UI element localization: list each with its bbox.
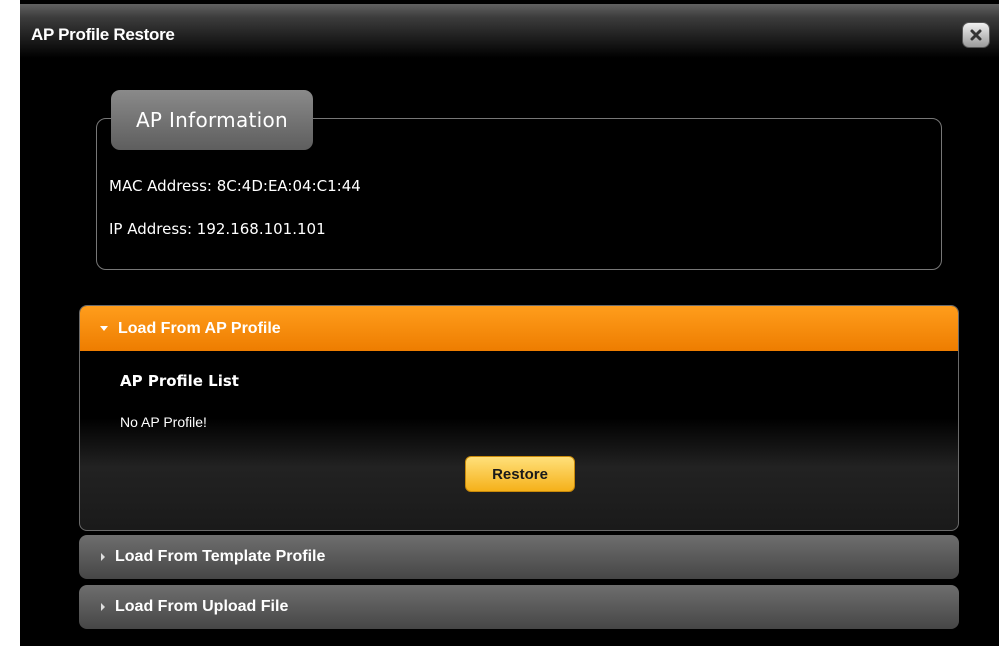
load-from-template-profile-label: Load From Template Profile — [115, 548, 326, 565]
load-from-upload-file-label: Load From Upload File — [115, 598, 289, 615]
close-button[interactable] — [962, 22, 990, 48]
no-ap-profile-message: No AP Profile! — [120, 414, 207, 430]
load-from-ap-profile-header[interactable]: Load From AP Profile — [80, 306, 958, 351]
load-from-ap-profile-panel: Load From AP Profile AP Profile List No … — [79, 305, 959, 531]
mac-address-text: MAC Address: 8C:4D:EA:04:C1:44 — [109, 177, 361, 195]
expand-arrow-down-icon — [100, 326, 108, 331]
ip-address-text: IP Address: 192.168.101.101 — [109, 220, 326, 238]
load-from-ap-profile-label: Load From AP Profile — [118, 319, 281, 337]
close-icon — [969, 28, 983, 42]
ap-profile-restore-dialog: AP Profile Restore AP Information MAC Ad… — [20, 0, 999, 646]
ap-profile-list-title: AP Profile List — [120, 372, 239, 390]
dialog-titlebar[interactable]: AP Profile Restore — [20, 0, 999, 58]
collapse-arrow-right-icon — [101, 553, 105, 561]
ap-information-legend: AP Information — [111, 90, 313, 150]
load-from-template-profile-header[interactable]: Load From Template Profile — [79, 535, 959, 579]
load-from-upload-file-header[interactable]: Load From Upload File — [79, 585, 959, 629]
dialog-title: AP Profile Restore — [31, 25, 175, 44]
collapse-arrow-right-icon — [101, 603, 105, 611]
restore-button[interactable]: Restore — [465, 456, 575, 492]
